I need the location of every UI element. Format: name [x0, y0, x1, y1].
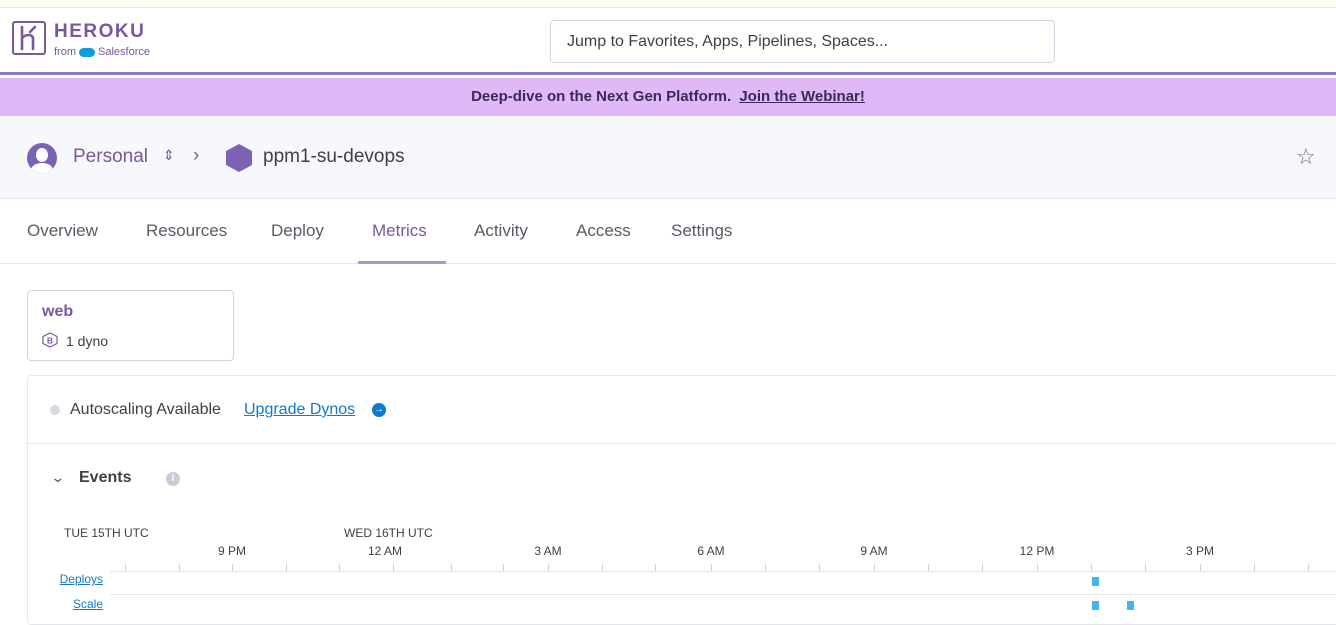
status-dot-icon [50, 405, 60, 415]
tab-access[interactable]: Access [576, 221, 631, 241]
tab-overview[interactable]: Overview [27, 221, 98, 241]
autoscaling-label: Autoscaling Available [70, 401, 221, 418]
scale-event-marker[interactable] [1092, 601, 1099, 610]
tick-label: 3 PM [1185, 544, 1215, 558]
tick-label: 9 AM [860, 544, 888, 558]
brand-name[interactable]: HEROKU [54, 21, 145, 43]
tab-resources[interactable]: Resources [146, 221, 227, 241]
tick-label: 9 PM [217, 544, 247, 558]
heroku-logo-icon[interactable] [12, 21, 46, 55]
tab-deploy[interactable]: Deploy [271, 221, 324, 241]
chevron-right-icon: › [193, 145, 200, 166]
info-icon[interactable]: i [166, 472, 180, 486]
app-tabs: Overview Resources Deploy Metrics Activi… [0, 199, 1336, 264]
date-label: WED 16TH UTC [344, 526, 433, 540]
top-strip [0, 0, 1336, 8]
account-switcher[interactable]: Personal [73, 146, 148, 168]
banner-text: Deep-dive on the Next Gen Platform. [471, 88, 732, 105]
tab-activity[interactable]: Activity [474, 221, 528, 241]
tick-label: 12 AM [367, 544, 403, 558]
tick-label: 6 AM [697, 544, 725, 558]
timeline-axis [110, 560, 1336, 572]
app-name[interactable]: ppm1-su-devops [263, 146, 405, 168]
svg-text:B: B [47, 335, 53, 345]
date-label: TUE 15TH UTC [64, 526, 149, 540]
promo-banner: Deep-dive on the Next Gen Platform. Join… [0, 78, 1336, 116]
metrics-panel: Autoscaling Available Upgrade Dynos → ⌄ … [27, 375, 1336, 625]
chevron-down-icon[interactable]: ⌄ [50, 469, 65, 486]
upgrade-dynos-link[interactable]: Upgrade Dynos [244, 401, 355, 419]
arrow-circle-icon[interactable]: → [372, 403, 386, 417]
updown-chevron-icon[interactable]: ⇕ [163, 147, 175, 164]
banner-link[interactable]: Join the Webinar! [739, 88, 865, 105]
top-header: HEROKU from Salesforce [0, 8, 1336, 75]
brand-sub-company: Salesforce [98, 46, 150, 58]
avatar [27, 143, 57, 173]
tick-label: 12 PM [1019, 544, 1055, 558]
brand-subtitle: from Salesforce [54, 46, 150, 58]
dyno-type: web [42, 303, 74, 320]
star-icon[interactable]: ☆ [1296, 144, 1316, 170]
row-divider [110, 594, 1336, 595]
deploy-event-marker[interactable] [1092, 577, 1099, 586]
scale-event-marker[interactable] [1127, 601, 1134, 610]
scale-row-label[interactable]: Scale [43, 597, 103, 611]
active-tab-indicator [358, 261, 446, 264]
breadcrumb: Personal ⇕ › ppm1-su-devops ☆ [0, 116, 1336, 199]
autoscaling-row: Autoscaling Available Upgrade Dynos → [28, 376, 1336, 444]
search-input[interactable] [550, 20, 1055, 63]
dyno-card[interactable]: web B 1 dyno [27, 290, 234, 361]
brand-sub-from: from [54, 46, 76, 58]
deploys-row-label[interactable]: Deploys [43, 572, 103, 586]
basic-dyno-badge-icon: B [42, 332, 58, 348]
tab-metrics[interactable]: Metrics [372, 221, 427, 241]
salesforce-cloud-icon [79, 47, 95, 57]
tick-label: 3 AM [534, 544, 562, 558]
app-hexagon-icon [226, 144, 252, 172]
dyno-count: 1 dyno [66, 333, 109, 349]
events-title[interactable]: Events [79, 469, 131, 487]
tab-settings[interactable]: Settings [671, 221, 732, 241]
